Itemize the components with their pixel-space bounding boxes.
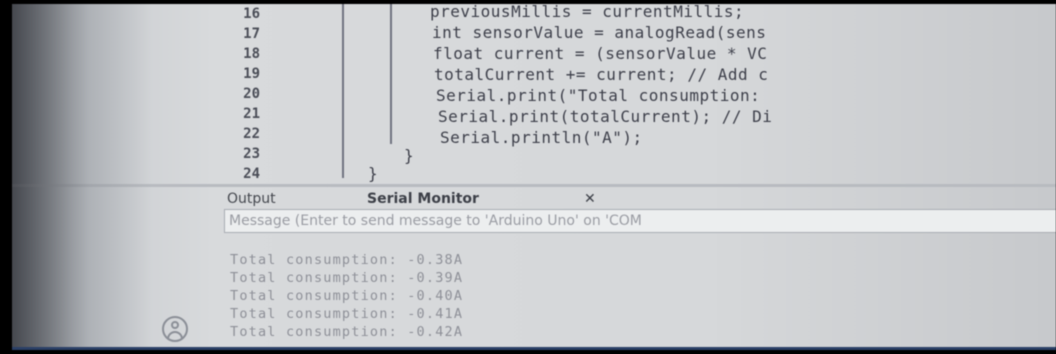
code-line: float current = (sensorValue * VC	[433, 44, 768, 63]
line-number-gutter: 16 17 18 19 20 21 22 23 24	[202, 4, 262, 184]
code-line: }	[368, 164, 379, 183]
tab-output[interactable]: Output	[227, 191, 276, 207]
serial-output-line: Total consumption: -0.38A	[230, 252, 464, 268]
serial-output-line: Total consumption: -0.39A	[230, 270, 464, 286]
taskbar-edge	[12, 347, 1056, 350]
code-line: totalCurrent += current; // Add c	[434, 65, 769, 84]
line-number: 17	[243, 26, 260, 42]
serial-output-line: Total consumption: -0.41A	[230, 306, 464, 322]
serial-output-line: Total consumption: -0.40A	[230, 288, 464, 304]
indent-guide	[390, 4, 392, 144]
code-line: }	[404, 146, 415, 165]
line-number: 20	[243, 86, 260, 102]
line-number: 22	[243, 126, 260, 142]
bottom-panel-tabs: Output Serial Monitor ✕	[12, 187, 1056, 211]
photo-frame: 16 17 18 19 20 21 22 23 24 previousMilli…	[0, 0, 1056, 354]
indent-guide	[342, 4, 344, 178]
serial-output-line: Total consumption: -0.42A	[230, 324, 464, 340]
ide-window: 16 17 18 19 20 21 22 23 24 previousMilli…	[12, 4, 1056, 350]
line-number: 21	[243, 106, 260, 122]
code-line: Serial.println("A");	[440, 128, 643, 147]
tab-serial-monitor[interactable]: Serial Monitor	[367, 191, 479, 207]
line-number: 19	[243, 66, 260, 82]
line-number: 16	[243, 6, 260, 22]
code-line: Serial.print("Total consumption:	[436, 86, 771, 105]
code-line: previousMillis = currentMillis;	[430, 4, 745, 21]
line-number: 24	[243, 166, 260, 182]
user-account-icon[interactable]	[162, 316, 188, 342]
line-number: 23	[243, 146, 260, 162]
close-icon[interactable]: ✕	[584, 191, 596, 207]
avatar-body	[167, 331, 183, 339]
serial-message-box	[224, 209, 1056, 233]
avatar-head	[171, 321, 179, 329]
code-line: Serial.print(totalCurrent); // Di	[438, 107, 773, 126]
code-line: int sensorValue = analogRead(sens	[432, 23, 767, 42]
line-number: 18	[243, 46, 260, 62]
code-editor[interactable]: 16 17 18 19 20 21 22 23 24 previousMilli…	[12, 4, 1056, 184]
serial-message-input[interactable]	[229, 212, 1055, 230]
